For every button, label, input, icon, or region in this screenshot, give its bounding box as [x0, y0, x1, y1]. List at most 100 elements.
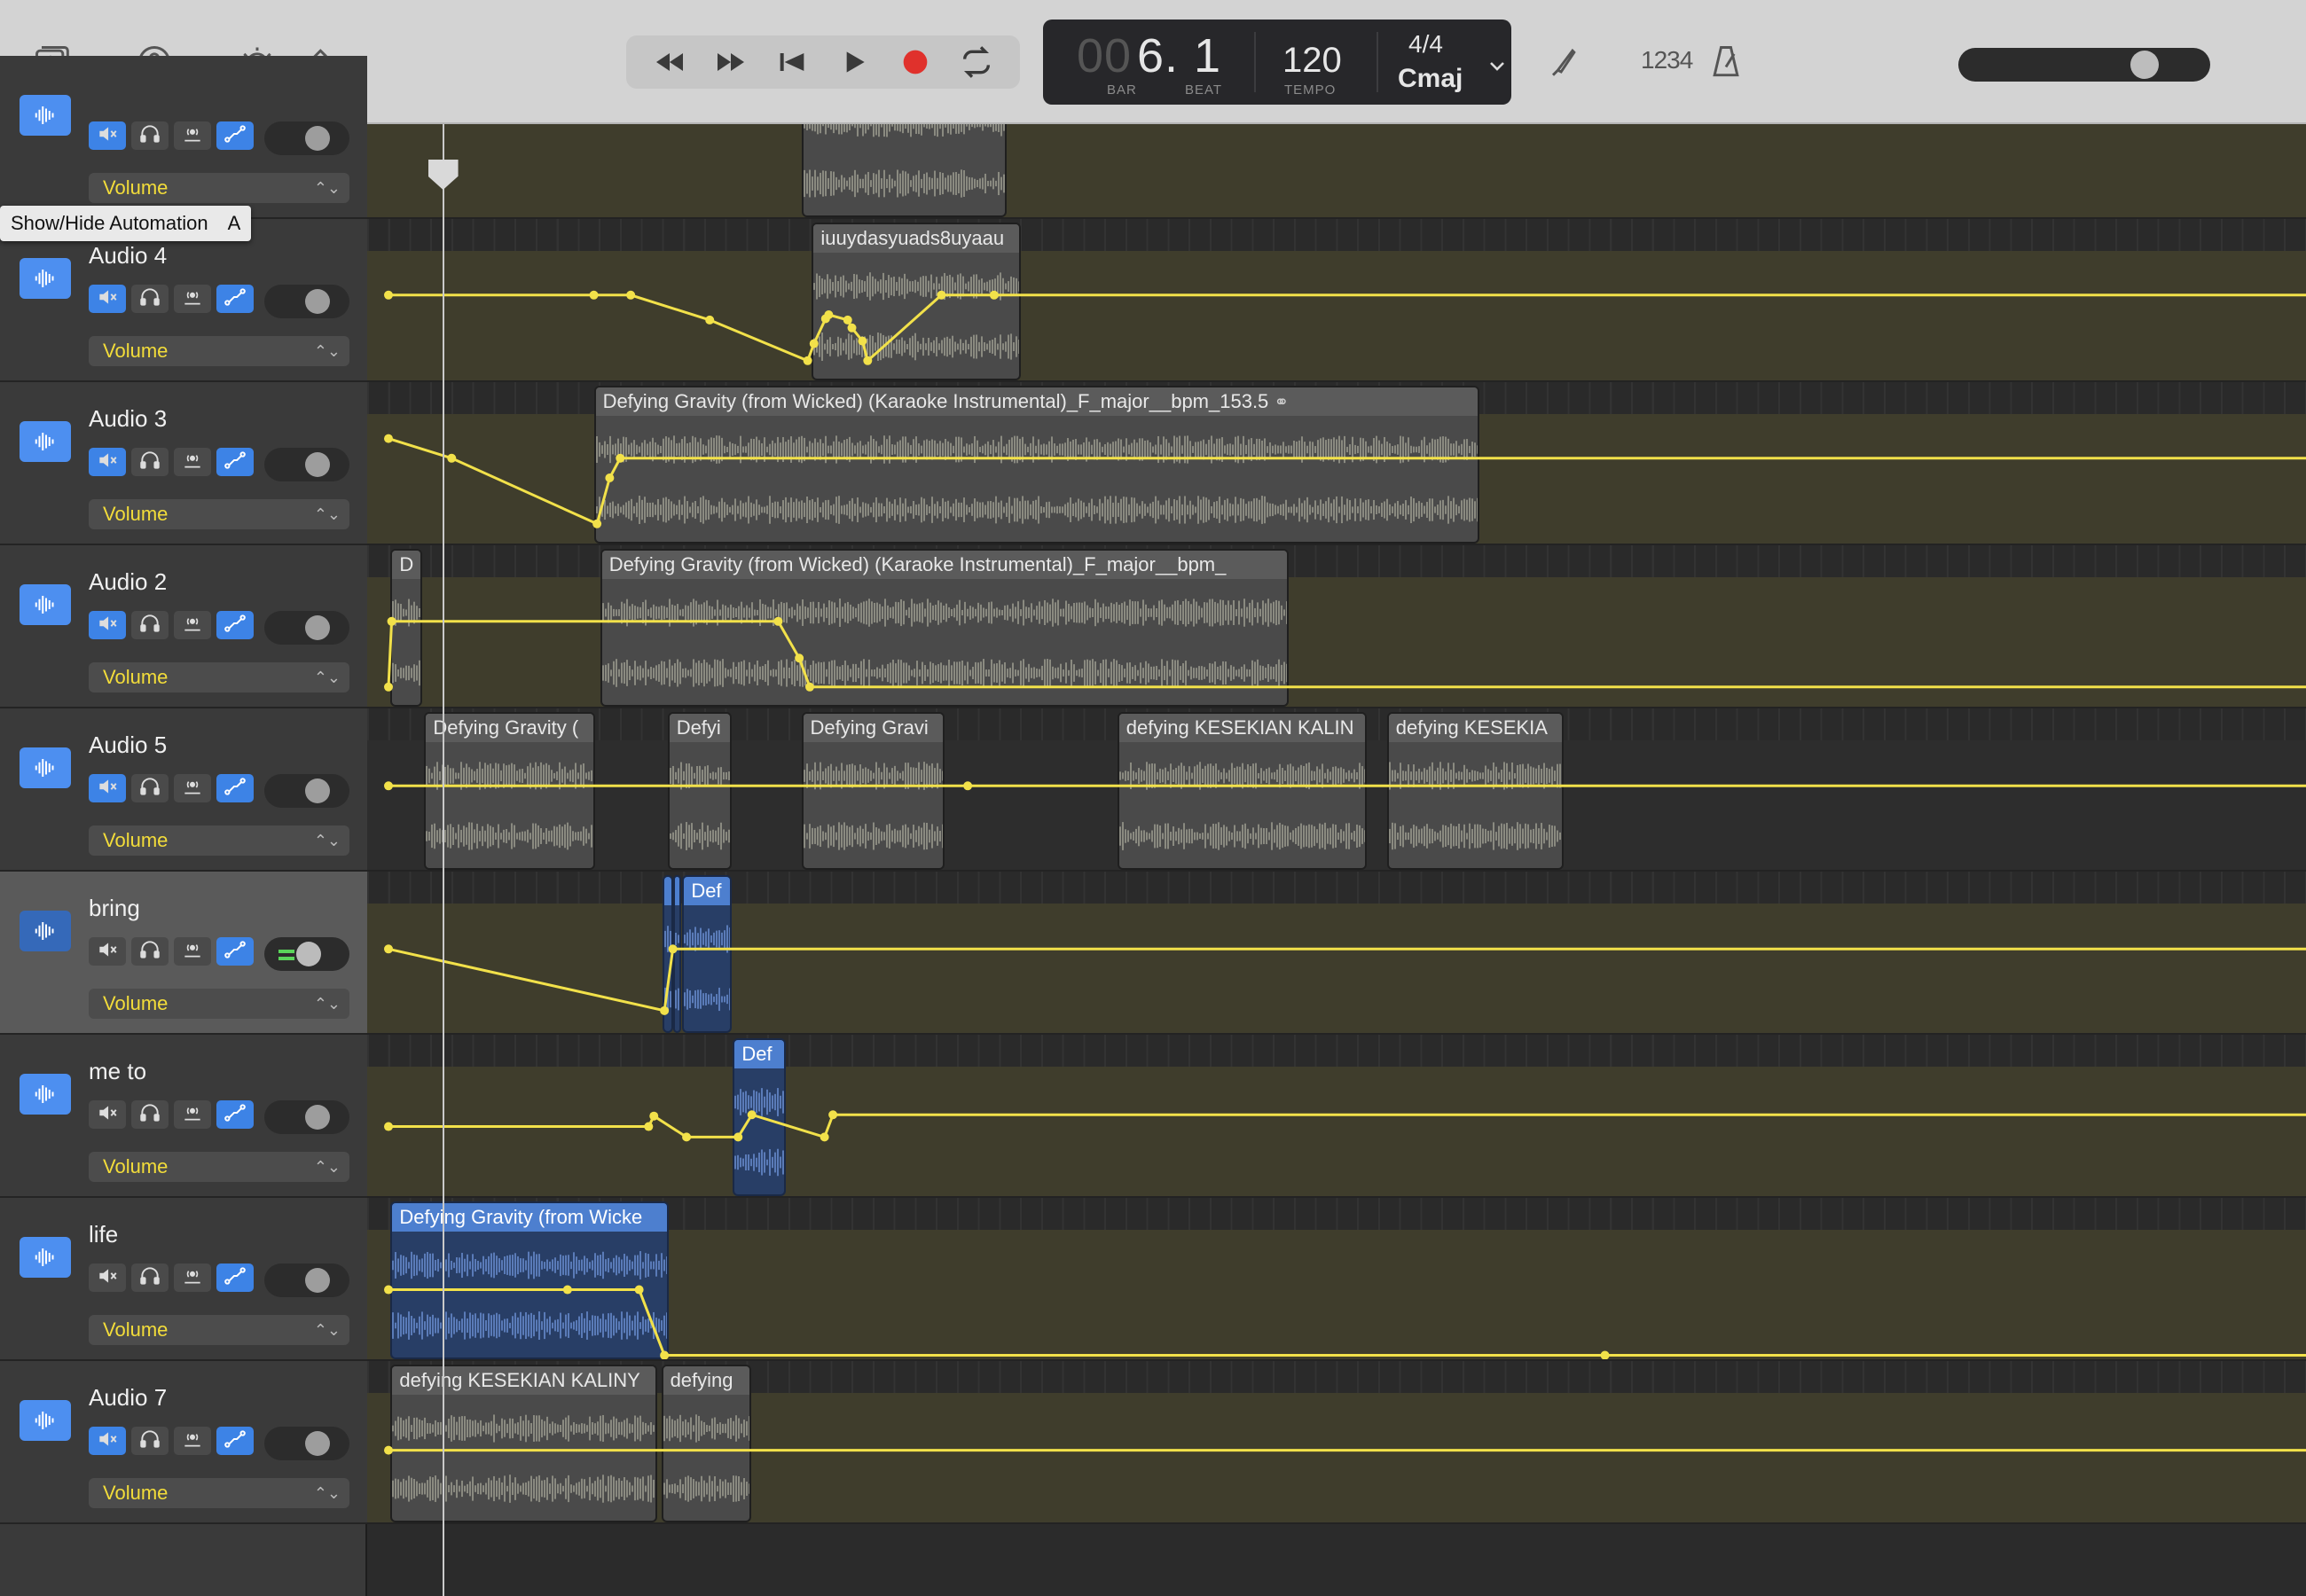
input-monitor-button[interactable]: [174, 1427, 211, 1455]
track-on-off-toggle[interactable]: [264, 611, 349, 645]
track-header[interactable]: bring Volume ⌃⌄: [0, 872, 367, 1035]
solo-button[interactable]: [131, 1100, 169, 1129]
lcd-time-signature[interactable]: 4/4: [1408, 30, 1443, 59]
audio-region[interactable]: defying KESEKIAN KALIN: [1117, 712, 1368, 870]
input-monitor-button[interactable]: [174, 285, 211, 313]
automation-parameter-select[interactable]: Volume ⌃⌄: [89, 1152, 349, 1182]
mute-button[interactable]: [89, 1100, 126, 1129]
track-automation-button[interactable]: [216, 1264, 254, 1292]
solo-button[interactable]: [131, 448, 169, 476]
master-volume-knob[interactable]: [2130, 51, 2160, 79]
input-monitor-button[interactable]: [174, 448, 211, 476]
audio-region[interactable]: D: [390, 549, 422, 707]
track-lane[interactable]: Defying Gravity ( Defyi Defying Gravi defyi…: [367, 708, 2306, 872]
input-monitor-button[interactable]: [174, 611, 211, 639]
track-name[interactable]: bring: [89, 895, 140, 922]
mute-button[interactable]: [89, 774, 126, 802]
solo-button[interactable]: [131, 611, 169, 639]
audio-waveform-icon[interactable]: [20, 95, 71, 136]
audio-waveform-icon[interactable]: [20, 1074, 71, 1115]
play-button[interactable]: [829, 40, 879, 84]
track-on-off-toggle[interactable]: [264, 774, 349, 808]
automation-parameter-select[interactable]: Volume ⌃⌄: [89, 1315, 349, 1345]
track-lane[interactable]: D Defying Gravity (from Wicked) (Karaoke …: [367, 545, 2306, 708]
record-button[interactable]: [890, 40, 940, 84]
track-header[interactable]: Audio 3 Volume ⌃⌄: [0, 382, 367, 545]
mute-button[interactable]: [89, 285, 126, 313]
chevron-down-icon[interactable]: [1486, 55, 1508, 76]
audio-waveform-icon[interactable]: [20, 258, 71, 299]
track-lane[interactable]: Defying Gravity (from Wicked) (Karaoke I…: [367, 382, 2306, 545]
fast-forward-button[interactable]: [706, 40, 756, 84]
track-on-off-toggle[interactable]: [264, 1100, 349, 1134]
audio-region[interactable]: Defying Gravity (: [424, 712, 595, 870]
audio-waveform-icon[interactable]: [20, 911, 71, 951]
solo-button[interactable]: [131, 774, 169, 802]
automation-parameter-select[interactable]: Volume ⌃⌄: [89, 662, 349, 692]
audio-region[interactable]: [801, 124, 1008, 217]
audio-waveform-icon[interactable]: [20, 747, 71, 788]
automation-parameter-select[interactable]: Volume ⌃⌄: [89, 825, 349, 856]
audio-waveform-icon[interactable]: [20, 584, 71, 625]
audio-region[interactable]: defying KESEKIAN KALINY: [390, 1365, 657, 1522]
metronome-icon[interactable]: [1701, 39, 1751, 85]
go-to-beginning-button[interactable]: [767, 40, 817, 84]
track-automation-button[interactable]: [216, 1100, 254, 1129]
track-name[interactable]: Audio 7: [89, 1384, 167, 1412]
input-monitor-button[interactable]: [174, 1100, 211, 1129]
track-lane[interactable]: iuuydasyuads8uyaau: [367, 219, 2306, 382]
track-automation-button[interactable]: [216, 774, 254, 802]
tracks-area[interactable]: 1173349658197113129145161177 iuuydasyuad…: [367, 124, 2306, 1596]
audio-region[interactable]: Defying Gravity (from Wicked) (Karaoke I…: [593, 386, 1480, 544]
audio-waveform-icon[interactable]: [20, 421, 71, 462]
track-name[interactable]: life: [89, 1221, 118, 1248]
track-header[interactable]: Audio 2 Volume ⌃⌄: [0, 545, 367, 708]
automation-parameter-select[interactable]: Volume ⌃⌄: [89, 989, 349, 1019]
automation-parameter-select[interactable]: Volume ⌃⌄: [89, 499, 349, 529]
mute-button[interactable]: [89, 1264, 126, 1292]
solo-button[interactable]: [131, 121, 169, 150]
solo-button[interactable]: [131, 285, 169, 313]
track-lane[interactable]: defying KESEKIAN KALINY defying: [367, 1361, 2306, 1524]
cycle-button[interactable]: [952, 40, 1001, 84]
mute-button[interactable]: [89, 937, 126, 966]
audio-region[interactable]: iuuydasyuads8uyaau: [812, 223, 1021, 380]
track-header[interactable]: Audio 5 Volume ⌃⌄: [0, 708, 367, 872]
audio-region[interactable]: Def: [733, 1038, 786, 1196]
input-monitor-button[interactable]: [174, 1264, 211, 1292]
track-on-off-toggle[interactable]: [264, 448, 349, 481]
audio-region[interactable]: Def: [682, 875, 733, 1033]
audio-waveform-icon[interactable]: [20, 1237, 71, 1278]
track-automation-button[interactable]: [216, 1427, 254, 1455]
track-automation-button[interactable]: [216, 937, 254, 966]
track-name[interactable]: me to: [89, 1058, 146, 1085]
audio-region[interactable]: Defying Gravity (from Wicke: [390, 1201, 669, 1359]
mute-button[interactable]: [89, 1427, 126, 1455]
audio-region[interactable]: defying: [661, 1365, 751, 1522]
track-header[interactable]: me to Volume ⌃⌄: [0, 1035, 367, 1198]
audio-region[interactable]: [672, 875, 682, 1033]
track-automation-button[interactable]: [216, 448, 254, 476]
mute-button[interactable]: [89, 121, 126, 150]
track-on-off-toggle[interactable]: [264, 1427, 349, 1460]
audio-region[interactable]: defying KESEKIA: [1386, 712, 1565, 870]
track-lane[interactable]: Def: [367, 872, 2306, 1035]
track-header[interactable]: life Volume ⌃⌄: [0, 1198, 367, 1361]
count-in-button[interactable]: 1234: [1641, 46, 1693, 74]
input-monitor-button[interactable]: [174, 937, 211, 966]
track-lane[interactable]: [367, 124, 2306, 219]
track-header[interactable]: Audio 4 Volume ⌃⌄: [0, 219, 367, 382]
lcd-key[interactable]: Cmaj: [1398, 64, 1463, 94]
audio-region[interactable]: Defying Gravity (from Wicked) (Karaoke I…: [600, 549, 1290, 707]
track-header[interactable]: Volume ⌃⌄: [0, 56, 367, 219]
audio-region[interactable]: Defying Gravi: [801, 712, 945, 870]
master-volume-slider[interactable]: [1958, 48, 2210, 82]
lcd-display[interactable]: 00 6. 1 BAR BEAT 120 TEMPO 4/4 Cmaj: [1043, 20, 1511, 105]
mute-button[interactable]: [89, 448, 126, 476]
track-lane[interactable]: Defying Gravity (from Wicke: [367, 1198, 2306, 1361]
track-on-off-toggle[interactable]: [264, 937, 349, 971]
audio-region[interactable]: Defyi: [667, 712, 733, 870]
input-monitor-button[interactable]: [174, 121, 211, 150]
track-automation-button[interactable]: [216, 285, 254, 313]
automation-parameter-select[interactable]: Volume ⌃⌄: [89, 173, 349, 203]
